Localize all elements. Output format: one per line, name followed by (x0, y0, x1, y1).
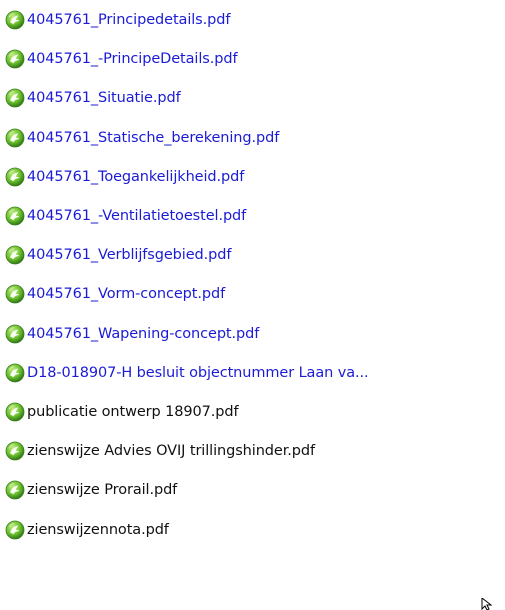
mouse-cursor-icon (481, 598, 493, 610)
file-item[interactable]: 4045761_Situatie.pdf (5, 83, 181, 113)
file-name: 4045761_Verblijfsgebied.pdf (27, 247, 232, 264)
file-name: 4045761_Vorm-concept.pdf (27, 286, 226, 303)
file-name: 4045761_-PrincipeDetails.pdf (27, 51, 238, 68)
pdf-reader-icon (5, 206, 25, 226)
pdf-reader-icon (5, 324, 25, 344)
file-name: 4045761_Principedetails.pdf (27, 12, 231, 28)
file-item[interactable]: 4045761_Verblijfsgebied.pdf (5, 240, 231, 270)
pdf-reader-icon (5, 284, 25, 304)
pdf-reader-icon (5, 10, 25, 30)
pdf-reader-icon (5, 363, 25, 383)
file-item[interactable]: 4045761_-Ventilatietoestel.pdf (5, 201, 246, 231)
file-name: 4045761_Situatie.pdf (27, 90, 181, 107)
file-item[interactable]: zienswijze Prorail.pdf (5, 475, 177, 505)
pdf-reader-icon (5, 49, 25, 69)
pdf-reader-icon (5, 520, 25, 540)
file-name: 4045761_Toegankelijkheid.pdf (27, 168, 245, 185)
file-item[interactable]: 4045761_Vorm-concept.pdf (5, 279, 225, 309)
file-name: D18-018907-H besluit objectnummer Laan v… (27, 364, 369, 381)
file-item[interactable]: zienswijzennota.pdf (5, 515, 169, 545)
pdf-reader-icon (5, 245, 25, 265)
pdf-reader-icon (5, 441, 25, 461)
file-item[interactable]: publicatie ontwerp 18907.pdf (5, 397, 239, 427)
file-name: zienswijzennota.pdf (27, 521, 169, 538)
pdf-reader-icon (5, 88, 25, 108)
pdf-reader-icon (5, 480, 25, 500)
file-name: 4045761_Statische_berekening.pdf (27, 129, 280, 146)
pdf-reader-icon (5, 167, 25, 187)
file-name: zienswijze Prorail.pdf (27, 482, 178, 499)
pdf-reader-icon (5, 128, 25, 148)
file-item[interactable]: 4045761_Statische_berekening.pdf (5, 123, 279, 153)
file-name: zienswijze Advies OVIJ trillingshinder.p… (27, 443, 315, 460)
file-item[interactable]: D18-018907-H besluit objectnummer Laan v… (5, 358, 369, 388)
file-item[interactable]: 4045761_Wapening-concept.pdf (5, 319, 259, 349)
file-item[interactable]: 4045761_-PrincipeDetails.pdf (5, 44, 238, 74)
file-name: 4045761_-Ventilatietoestel.pdf (27, 208, 247, 224)
file-name: publicatie ontwerp 18907.pdf (27, 404, 239, 420)
file-item[interactable]: zienswijze Advies OVIJ trillingshinder.p… (5, 436, 315, 466)
file-item[interactable]: 4045761_Principedetails.pdf (5, 5, 230, 35)
file-name: 4045761_Wapening-concept.pdf (27, 325, 260, 342)
pdf-reader-icon (5, 402, 25, 422)
file-item[interactable]: 4045761_Toegankelijkheid.pdf (5, 162, 244, 192)
